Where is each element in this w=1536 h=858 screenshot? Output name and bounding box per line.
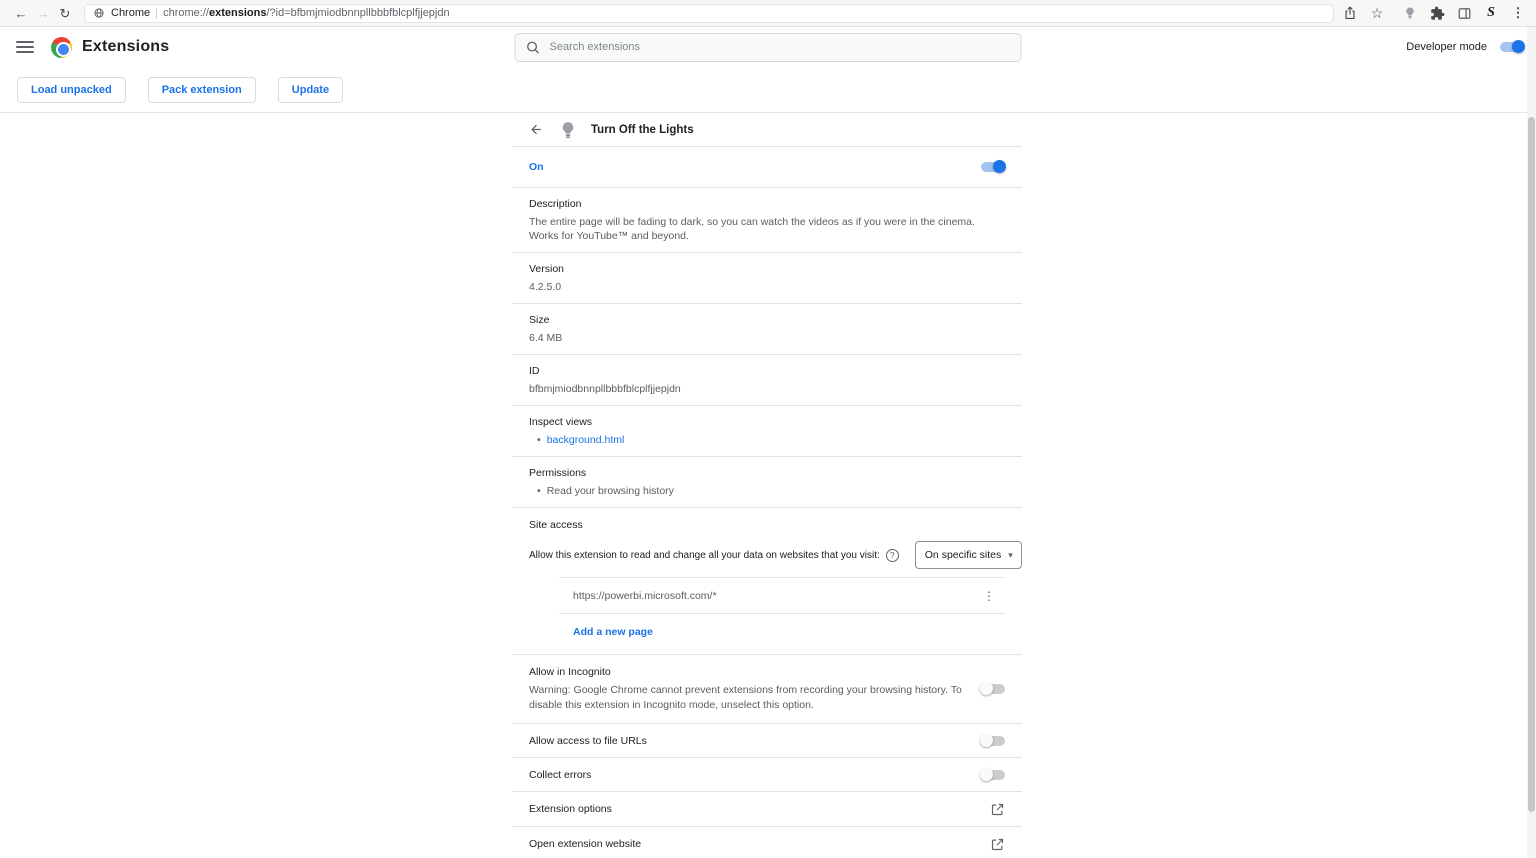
developer-mode-control: Developer mode (1406, 41, 1524, 53)
collect-errors-row: Collect errors (512, 758, 1022, 792)
size-label: Size (529, 313, 1005, 327)
browser-menu-icon[interactable]: ⋮ (1510, 5, 1526, 21)
extension-options-label: Extension options (529, 803, 612, 815)
chrome-logo-icon (51, 37, 72, 58)
site-row: https://powerbi.microsoft.com/* ⋮ (559, 577, 1005, 613)
screen: ← → ↻ Chrome chrome://extensions/?id=bfb… (0, 0, 1536, 858)
site-access-section: Site access Allow this extension to read… (512, 508, 1022, 655)
open-in-new-icon (990, 802, 1005, 817)
incognito-label: Allow in Incognito (529, 665, 969, 679)
file-urls-label: Allow access to file URLs (529, 734, 647, 748)
site-access-label: Site access (529, 518, 1005, 532)
page-title: Extensions (82, 38, 169, 56)
enabled-row: On (512, 147, 1022, 188)
page-info-icon (93, 7, 105, 19)
forward-icon[interactable]: → (32, 0, 54, 27)
help-icon[interactable]: ? (886, 549, 899, 562)
file-urls-row: Allow access to file URLs (512, 724, 1022, 758)
description-section: Description The entire page will be fadi… (512, 188, 1022, 253)
permissions-label: Permissions (529, 466, 1005, 480)
extensions-header: Extensions Developer mode (0, 27, 1536, 67)
menu-icon[interactable] (16, 41, 34, 53)
site-more-icon[interactable]: ⋮ (981, 589, 997, 603)
id-section: ID bfbmjmiodbnnpllbbbfblcplfjjepjdn (512, 355, 1022, 406)
developer-mode-toggle[interactable] (1500, 42, 1524, 52)
address-bar[interactable]: Chrome chrome://extensions/?id=bfbmjmiod… (84, 4, 1334, 23)
incognito-toggle[interactable] (981, 684, 1005, 694)
collect-errors-toggle[interactable] (981, 770, 1005, 780)
address-separator (156, 8, 157, 19)
pack-extension-button[interactable]: Pack extension (148, 77, 256, 103)
size-section: Size 6.4 MB (512, 304, 1022, 355)
update-button[interactable]: Update (278, 77, 343, 103)
collect-errors-label: Collect errors (529, 768, 591, 782)
site-access-allow-row: Allow this extension to read and change … (529, 541, 1005, 569)
enabled-state-label: On (529, 161, 544, 173)
browser-toolbar: ← → ↻ Chrome chrome://extensions/?id=bfb… (0, 0, 1536, 27)
incognito-warning: Warning: Google Chrome cannot prevent ex… (529, 683, 969, 713)
reload-icon[interactable]: ↻ (54, 0, 76, 27)
open-website-label: Open extension website (529, 838, 641, 850)
file-urls-toggle[interactable] (981, 736, 1005, 746)
extension-title: Turn Off the Lights (591, 124, 694, 136)
extensions-puzzle-icon[interactable] (1429, 5, 1445, 21)
version-label: Version (529, 262, 1005, 276)
site-access-select[interactable]: On specific sites ▾ (915, 541, 1022, 569)
s-extension-icon[interactable]: S (1483, 5, 1499, 21)
open-website-row[interactable]: Open extension website (512, 827, 1022, 858)
bullet-icon: • (537, 433, 541, 447)
bullet-icon: • (537, 484, 541, 498)
site-url: https://powerbi.microsoft.com/* (573, 590, 717, 602)
site-access-description: Allow this extension to read and change … (529, 550, 880, 561)
lightbulb-extension-icon[interactable] (1402, 5, 1418, 21)
add-page-row: Add a new page (559, 613, 1005, 650)
url-host: extensions (209, 7, 266, 19)
address-page-label: Chrome (111, 7, 150, 19)
chevron-down-icon: ▾ (1008, 550, 1013, 561)
back-to-list-icon[interactable] (529, 122, 545, 138)
inspect-views-label: Inspect views (529, 415, 1005, 429)
extensions-toolbar: Load unpacked Pack extension Update (0, 67, 1536, 113)
back-icon[interactable]: ← (10, 0, 32, 27)
description-label: Description (529, 197, 1005, 211)
version-section: Version 4.2.5.0 (512, 253, 1022, 304)
address-url: chrome://extensions/?id=bfbmjmiodbnnpllb… (163, 7, 449, 19)
site-access-selected-option: On specific sites (925, 549, 1001, 561)
url-scheme: chrome:// (163, 7, 209, 19)
add-new-page-button[interactable]: Add a new page (573, 626, 653, 638)
detail-header: Turn Off the Lights (512, 113, 1022, 147)
site-list: https://powerbi.microsoft.com/* ⋮ Add a … (559, 577, 1005, 650)
id-label: ID (529, 364, 1005, 378)
inspect-view-item: • background.html (529, 433, 1005, 447)
extension-icon (558, 120, 578, 140)
developer-mode-label: Developer mode (1406, 41, 1487, 53)
permission-item: • Read your browsing history (529, 484, 1005, 498)
browser-actions: ☆ S ⋮ (1342, 5, 1526, 21)
size-value: 6.4 MB (529, 331, 1005, 345)
scrollbar-track (1527, 27, 1536, 858)
scrollbar-thumb[interactable] (1528, 117, 1535, 812)
extension-options-row[interactable]: Extension options (512, 792, 1022, 827)
inspect-view-link[interactable]: background.html (547, 433, 625, 447)
extension-enabled-toggle[interactable] (981, 162, 1005, 172)
side-panel-icon[interactable] (1456, 5, 1472, 21)
inspect-views-section: Inspect views • background.html (512, 406, 1022, 457)
search-icon (526, 40, 541, 55)
search-input[interactable] (550, 41, 1011, 53)
description-value: The entire page will be fading to dark, … (529, 215, 1005, 243)
bookmark-star-icon[interactable]: ☆ (1369, 5, 1385, 21)
search-box[interactable] (515, 33, 1022, 62)
extension-detail-panel: Turn Off the Lights On Description The e… (512, 113, 1022, 858)
load-unpacked-button[interactable]: Load unpacked (17, 77, 126, 103)
permissions-section: Permissions • Read your browsing history (512, 457, 1022, 508)
incognito-section: Allow in Incognito Warning: Google Chrom… (512, 655, 1022, 724)
open-in-new-icon (990, 837, 1005, 852)
share-icon[interactable] (1342, 5, 1358, 21)
permission-text: Read your browsing history (547, 484, 674, 498)
version-value: 4.2.5.0 (529, 280, 1005, 294)
url-path: /?id=bfbmjmiodbnnpllbbbfblcplfjjepjdn (266, 7, 449, 19)
id-value: bfbmjmiodbnnpllbbbfblcplfjjepjdn (529, 382, 1005, 396)
